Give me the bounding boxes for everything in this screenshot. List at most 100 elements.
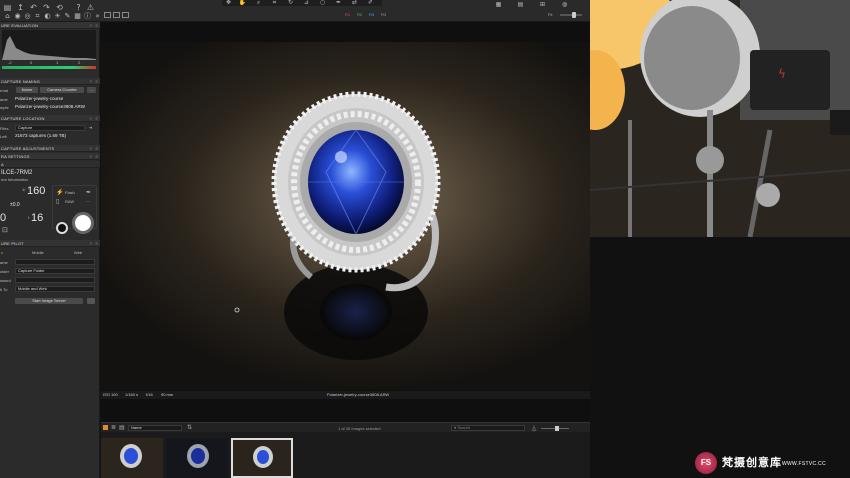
aperture-value[interactable]: 16 xyxy=(31,212,43,224)
metering-icon[interactable]: ⊡ xyxy=(2,226,8,234)
token-camera-counter[interactable]: Camera Counter xyxy=(40,87,84,93)
zoom-slider-thumb[interactable] xyxy=(572,12,576,18)
thumbnail-view-icon[interactable] xyxy=(103,425,108,430)
section-capture-adjustments[interactable]: CAPTURE ADJUSTMENTS ? ≡ xyxy=(0,145,100,152)
thumbnail-image xyxy=(101,438,163,478)
import-icon[interactable]: ↥ xyxy=(16,3,25,12)
go-arrow-icon[interactable]: ➜ xyxy=(89,125,92,130)
thumbnail-size-slider[interactable] xyxy=(541,426,569,431)
annotate-tool-icon[interactable]: ✐ xyxy=(366,0,375,7)
menu-icon[interactable]: ≡ xyxy=(95,115,98,122)
browser-toggle[interactable] xyxy=(122,12,129,18)
workspace-icon[interactable]: ⊞ xyxy=(538,0,547,9)
tools-panel: URE EVALUATION ? ≡ -2 0 1 2 CAPTURE NAMIN… xyxy=(0,22,100,478)
help-icon[interactable]: ? xyxy=(90,78,92,85)
exposure-tab-icon[interactable]: ☀ xyxy=(53,12,62,21)
capture-icon[interactable]: ◍ xyxy=(560,0,569,9)
histogram xyxy=(2,30,96,60)
rotate-tool-icon[interactable]: ↻ xyxy=(286,0,295,7)
capture-tab-icon[interactable]: ◉ xyxy=(13,12,22,21)
zoom-slider[interactable] xyxy=(560,12,582,18)
help-icon[interactable]: ? xyxy=(74,3,83,12)
sort-select[interactable]: Name xyxy=(128,425,182,431)
thumbnail-item[interactable] xyxy=(166,438,228,478)
pilot-folder-select[interactable]: Capture Folder xyxy=(15,268,95,274)
thumbnail-item[interactable] xyxy=(101,438,163,478)
shutter-value[interactable]: 160 xyxy=(27,185,45,197)
tab-web[interactable]: Web xyxy=(74,250,82,255)
token-name[interactable]: Name xyxy=(16,87,38,93)
library-icon[interactable]: ▤ xyxy=(3,3,12,12)
format-more-button[interactable]: … xyxy=(87,87,96,93)
tag-gray[interactable]: R3 xyxy=(381,12,386,17)
section-exposure-evaluation[interactable]: URE EVALUATION ? ≡ xyxy=(0,22,100,29)
thumbnail-item-selected[interactable] xyxy=(231,438,293,478)
lens-tab-icon[interactable]: ◎ xyxy=(23,12,32,21)
section-capture-location[interactable]: CAPTURE LOCATION ? ≡ xyxy=(0,115,100,122)
menu-icon[interactable]: ≡ xyxy=(95,153,98,160)
exposure-comp-value[interactable]: ±0.0 xyxy=(10,202,20,208)
pilot-name-input[interactable] xyxy=(15,259,95,265)
crop-tool-icon[interactable]: ⌗ xyxy=(270,0,279,7)
redo-icon[interactable]: ↷ xyxy=(42,3,51,12)
copy-apply-icon[interactable]: ⇄ xyxy=(350,0,359,7)
exposure-warning-icon[interactable]: ⚠ xyxy=(86,3,95,12)
multi-view-toggle[interactable] xyxy=(113,12,120,18)
single-view-toggle[interactable] xyxy=(104,12,111,18)
metadata-tab-icon[interactable]: ⓘ xyxy=(83,12,92,21)
zoom-tool-icon[interactable]: ⌕ xyxy=(254,0,263,7)
tag-red[interactable]: R1 xyxy=(345,12,350,17)
raw-menu-icon[interactable]: ⋯ xyxy=(86,199,90,204)
tab-image[interactable]: e xyxy=(1,250,3,255)
thumbnail-size-thumb[interactable] xyxy=(555,426,559,431)
help-icon[interactable]: ? xyxy=(90,145,92,152)
mask-tool-icon[interactable]: ○ xyxy=(318,0,327,7)
output-tab-icon[interactable]: » xyxy=(93,12,102,21)
tab-mobile[interactable]: Mobile xyxy=(32,250,44,255)
grid-view-icon[interactable]: ▦ xyxy=(494,0,503,9)
tag-blue[interactable]: R3 xyxy=(369,12,374,17)
sort-direction-icon[interactable]: ⇅ xyxy=(187,424,192,431)
start-image-server-button[interactable]: Start Image Server xyxy=(15,298,83,304)
help-icon[interactable]: ? xyxy=(90,153,92,160)
info-aperture: f/16 xyxy=(146,392,153,397)
details-tab-icon[interactable]: ✎ xyxy=(63,12,72,21)
help-icon[interactable]: ? xyxy=(90,240,92,247)
pilot-device-select[interactable]: Mobile and Web xyxy=(15,286,95,292)
raw-label[interactable]: RAW xyxy=(65,199,74,204)
reset-icon[interactable]: ⟲ xyxy=(55,3,64,12)
zoom-label[interactable]: Fit xyxy=(548,12,552,17)
section-capture-naming[interactable]: CAPTURE NAMING ? ≡ xyxy=(0,78,100,85)
crop-tab-icon[interactable]: ⌗ xyxy=(33,12,42,21)
capture-button[interactable] xyxy=(72,212,94,234)
color-tab-icon[interactable]: ◐ xyxy=(43,12,52,21)
browser-search-input[interactable]: ⌕ Search xyxy=(451,425,525,431)
library-tab-icon[interactable]: ⌂ xyxy=(3,12,12,21)
list-view-icon[interactable]: ≣ xyxy=(111,424,116,431)
help-icon[interactable]: ? xyxy=(90,115,92,122)
flash-label[interactable]: Flash xyxy=(65,190,75,195)
menu-icon[interactable]: ≡ xyxy=(95,78,98,85)
name-value[interactable]: Polarizer-jewelry-course xyxy=(15,96,63,101)
capture-folder-select[interactable]: Capture xyxy=(15,125,85,131)
live-view-button[interactable] xyxy=(56,222,68,234)
menu-icon[interactable]: ≡ xyxy=(95,22,98,29)
section-capture-pilot[interactable]: URE PILOT ? ≡ xyxy=(0,240,100,247)
help-icon[interactable]: ? xyxy=(90,22,92,29)
picker-icon[interactable]: ✒ xyxy=(86,189,91,196)
hand-tool-icon[interactable]: ✋ xyxy=(238,0,247,7)
picker-tool-icon[interactable]: ✒ xyxy=(334,0,343,7)
menu-icon[interactable]: ≡ xyxy=(95,145,98,152)
keystone-tool-icon[interactable]: ⊿ xyxy=(302,0,311,7)
layers-tab-icon[interactable]: ▦ xyxy=(73,12,82,21)
section-camera-settings[interactable]: RA SETTINGS ? ≡ xyxy=(0,153,100,160)
iso-value[interactable]: 0 xyxy=(0,212,6,224)
tag-green[interactable]: R2 xyxy=(357,12,362,17)
menu-icon[interactable]: ≡ xyxy=(95,240,98,247)
filmstrip-view-icon[interactable]: ▤ xyxy=(119,424,125,431)
pan-tool-icon[interactable]: ✥ xyxy=(224,0,233,7)
undo-icon[interactable]: ↶ xyxy=(29,3,38,12)
proof-icon[interactable]: ▤ xyxy=(516,0,525,9)
viewer-image[interactable] xyxy=(101,42,590,390)
pilot-password-input[interactable] xyxy=(15,277,95,283)
